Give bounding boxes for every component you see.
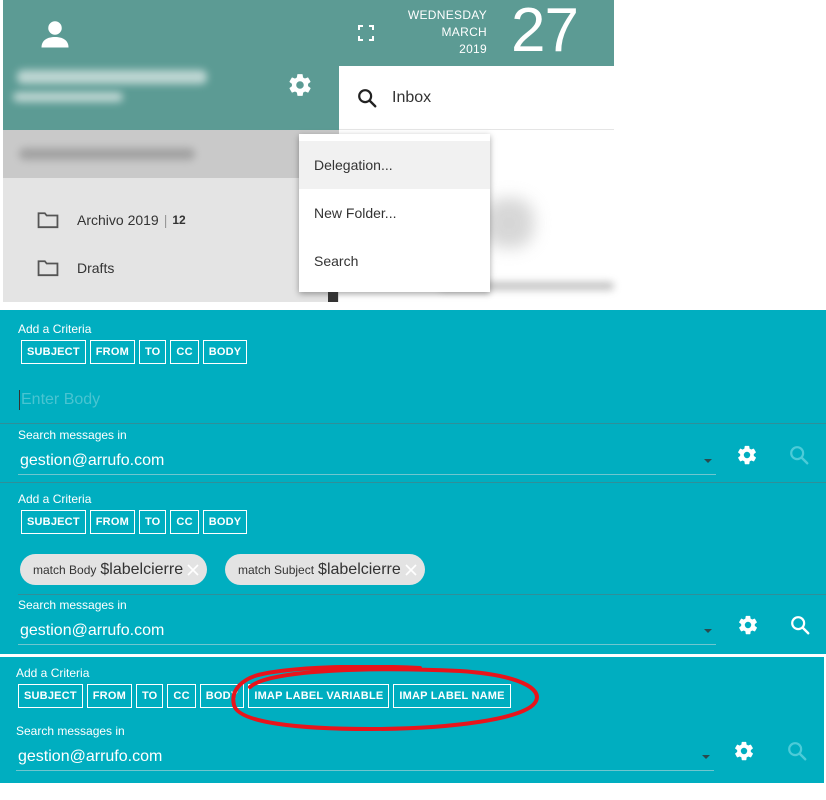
account-select[interactable]: gestion@arrufo.com <box>18 748 162 766</box>
inbox-label: Inbox <box>392 88 432 106</box>
chevron-down-icon[interactable] <box>704 629 712 633</box>
input-underline <box>0 423 826 424</box>
context-menu: Delegation... New Folder... Search <box>299 134 490 292</box>
gear-icon[interactable] <box>736 444 758 466</box>
add-criteria-label: Add a Criteria <box>18 492 92 506</box>
filter-value: $labelcierre <box>100 560 184 578</box>
search-icon[interactable] <box>786 740 808 762</box>
criteria-chip-row: SUBJECT FROM TO CC BODY IMAP LABEL VARIA… <box>18 684 511 708</box>
filter-underline <box>18 594 826 595</box>
folder-count: 12 <box>172 213 186 227</box>
chevron-down-icon[interactable] <box>702 755 710 759</box>
folder-name: Archivo 2019 <box>77 212 159 228</box>
count-separator: | <box>163 212 168 228</box>
folder-name: Drafts <box>77 260 115 276</box>
search-in-label: Search messages in <box>18 428 127 442</box>
filter-value: $labelcierre <box>318 560 401 578</box>
folder-item-archivo[interactable]: Archivo 2019 | 12 <box>3 196 339 244</box>
scrollbar-handle[interactable] <box>328 292 338 302</box>
criteria-body-chip[interactable]: BODY <box>202 510 248 534</box>
criteria-from-chip[interactable]: FROM <box>86 684 132 708</box>
gear-icon[interactable] <box>737 614 759 636</box>
criteria-subject-chip[interactable]: SUBJECT <box>21 340 86 364</box>
criteria-cc-chip[interactable]: CC <box>170 340 199 364</box>
criteria-to-chip[interactable]: TO <box>138 510 167 534</box>
select-underline <box>18 474 716 475</box>
criteria-to-chip[interactable]: TO <box>135 684 164 708</box>
gear-icon[interactable] <box>733 740 755 762</box>
add-criteria-label: Add a Criteria <box>16 666 90 680</box>
mail-client-screenshot: Archivo 2019 | 12 Drafts WEDNESDAY MARCH… <box>0 0 826 305</box>
account-select[interactable]: gestion@arrufo.com <box>20 452 164 470</box>
search-in-label: Search messages in <box>16 724 125 738</box>
calendar-month: MARCH <box>441 25 487 39</box>
folder-icon <box>37 212 59 229</box>
body-input[interactable]: Enter Body <box>21 391 100 409</box>
criteria-imap-label-variable-chip[interactable]: IMAP LABEL VARIABLE <box>248 684 390 708</box>
search-icon[interactable] <box>356 87 378 109</box>
criteria-chip-row: SUBJECT FROM TO CC BODY <box>21 340 248 364</box>
criteria-panel-3: Add a Criteria SUBJECT FROM TO CC BODY I… <box>0 657 824 783</box>
gear-icon[interactable] <box>287 72 313 98</box>
filter-chip-subject[interactable]: match Subject $labelcierre <box>225 554 425 585</box>
panel-divider <box>0 482 826 483</box>
account-email-blurred <box>13 92 123 102</box>
criteria-panel-1: Add a Criteria SUBJECT FROM TO CC BODY E… <box>0 310 826 482</box>
expand-icon[interactable] <box>357 24 375 42</box>
calendar-weekday: WEDNESDAY <box>407 8 487 22</box>
folder-item-drafts[interactable]: Drafts <box>3 244 339 292</box>
user-icon[interactable] <box>37 16 73 52</box>
criteria-cc-chip[interactable]: CC <box>167 684 196 708</box>
search-icon[interactable] <box>789 614 811 636</box>
close-icon[interactable] <box>185 562 201 578</box>
account-header <box>3 0 339 130</box>
calendar-year: 2019 <box>459 42 487 56</box>
criteria-from-chip[interactable]: FROM <box>89 510 135 534</box>
criteria-body-chip[interactable]: BODY <box>199 684 245 708</box>
folder-list: Archivo 2019 | 12 Drafts <box>3 130 339 302</box>
selected-account-blurred <box>19 148 195 160</box>
filter-prefix: match Subject <box>238 562 315 577</box>
criteria-imap-label-name-chip[interactable]: IMAP LABEL NAME <box>393 684 511 708</box>
select-underline <box>16 770 714 771</box>
filter-prefix: match Body <box>33 562 97 577</box>
criteria-subject-chip[interactable]: SUBJECT <box>21 510 86 534</box>
criteria-subject-chip[interactable]: SUBJECT <box>18 684 83 708</box>
menu-item-delegation[interactable]: Delegation... <box>299 141 490 189</box>
menu-item-search[interactable]: Search <box>299 237 490 285</box>
inbox-search-bar[interactable]: Inbox <box>339 66 614 130</box>
criteria-body-chip[interactable]: BODY <box>202 340 248 364</box>
select-underline <box>18 644 716 645</box>
menu-item-new-folder[interactable]: New Folder... <box>299 189 490 237</box>
close-icon[interactable] <box>403 562 419 578</box>
filter-chip-body[interactable]: match Body $labelcierre <box>20 554 208 585</box>
criteria-panel-2: Add a Criteria SUBJECT FROM TO CC BODY m… <box>0 482 826 654</box>
selected-account-row[interactable] <box>3 130 339 178</box>
search-in-label: Search messages in <box>18 598 127 612</box>
message-blurred <box>484 198 534 248</box>
calendar-date-text: WEDNESDAY MARCH 2019 <box>408 7 487 58</box>
text-caret <box>19 390 20 410</box>
criteria-chip-row: SUBJECT FROM TO CC BODY <box>21 510 248 534</box>
calendar-day: 27 <box>511 0 579 65</box>
chevron-down-icon[interactable] <box>704 459 712 463</box>
search-icon[interactable] <box>788 444 810 466</box>
account-name-blurred <box>17 70 207 84</box>
criteria-from-chip[interactable]: FROM <box>89 340 135 364</box>
folder-icon <box>37 260 59 277</box>
calendar-header: WEDNESDAY MARCH 2019 27 <box>339 0 614 66</box>
add-criteria-label: Add a Criteria <box>18 322 92 336</box>
criteria-cc-chip[interactable]: CC <box>170 510 199 534</box>
criteria-to-chip[interactable]: TO <box>138 340 167 364</box>
account-select[interactable]: gestion@arrufo.com <box>20 622 164 640</box>
